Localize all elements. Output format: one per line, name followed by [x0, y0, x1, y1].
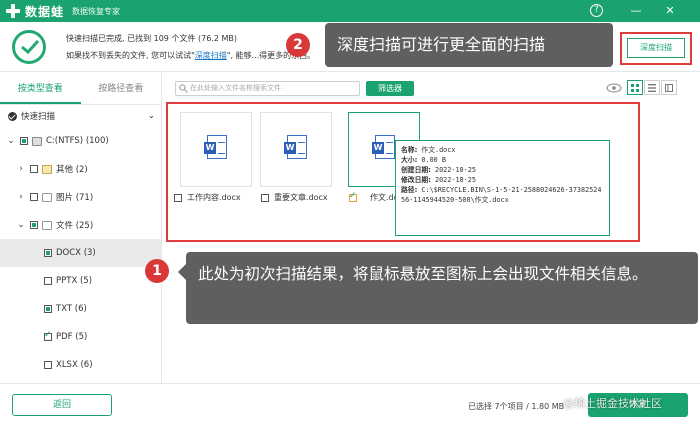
view-controls — [606, 80, 677, 95]
checked-checkbox[interactable] — [349, 191, 357, 202]
file-tile[interactable]: W — [260, 112, 332, 187]
chevron-down-icon[interactable]: ⌄ — [16, 220, 26, 230]
help-icon[interactable]: ? — [590, 4, 603, 17]
checked-checkbox[interactable] — [44, 330, 52, 341]
grid-view-icon[interactable] — [627, 80, 643, 95]
image-icon — [42, 192, 52, 202]
file-tile[interactable]: W — [180, 112, 252, 187]
checkbox[interactable] — [174, 193, 182, 202]
tree-item-txt[interactable]: TXT (6) — [0, 295, 161, 323]
word-document-icon: W — [204, 135, 227, 159]
file-name-row: 工作内容.docx — [174, 192, 241, 203]
checkbox[interactable] — [30, 165, 38, 173]
document-icon — [42, 220, 52, 230]
sidebar: 按类型查看 按路径查看 快速扫描 ⌄ ⌄ C:(NTFS) (100) › 其他… — [0, 73, 162, 383]
quick-scan-row[interactable]: 快速扫描 ⌄ — [0, 105, 161, 127]
deep-scan-highlight — [620, 32, 692, 65]
checkbox[interactable] — [261, 193, 269, 202]
annotation-deep-scan: 深度扫描可进行更全面的扫描 — [325, 23, 613, 67]
annotation-number-2: 2 — [286, 33, 310, 57]
search-icon — [179, 84, 188, 93]
close-icon[interactable]: ✕ — [662, 3, 678, 19]
checkbox[interactable] — [44, 277, 52, 285]
tree-item-images[interactable]: › 图片 (71) — [0, 183, 161, 211]
back-button[interactable]: 返回 — [12, 394, 112, 416]
partial-checkbox[interactable] — [44, 249, 52, 257]
chevron-right-icon[interactable]: › — [16, 164, 26, 174]
deep-scan-hint: 如果找不到丢失的文件, 您可以试试"深度扫描", 能够...得更多的东西。 — [66, 51, 316, 60]
tree-item-other[interactable]: › 其他 (2) — [0, 155, 161, 183]
drive-icon — [32, 136, 42, 146]
file-name-row: 重要文章.docx — [261, 192, 328, 203]
deep-scan-link[interactable]: 深度扫描 — [195, 51, 227, 60]
partial-checkbox[interactable] — [44, 305, 52, 313]
folder-icon — [42, 164, 52, 174]
word-document-icon: W — [372, 135, 395, 159]
tree-item-xlsx[interactable]: XLSX (6) — [0, 351, 161, 379]
checkbox[interactable] — [30, 193, 38, 201]
check-circle-icon — [8, 111, 17, 121]
plus-logo-icon — [6, 4, 20, 18]
partial-checkbox[interactable] — [30, 221, 38, 229]
partial-checkbox[interactable] — [20, 137, 28, 145]
word-document-icon: W — [284, 135, 307, 159]
minimize-icon[interactable]: — — [628, 3, 644, 19]
annotation-results: 此处为初次扫描结果，将鼠标悬放至图标上会出现文件相关信息。 — [178, 252, 698, 324]
list-view-icon[interactable] — [644, 80, 660, 95]
view-tabs: 按类型查看 按路径查看 — [0, 73, 161, 105]
scan-result-text: 快速扫描已完成, 已找到 109 个文件 (76.2 MB) — [66, 34, 237, 43]
chevron-down-icon[interactable]: ⌄ — [6, 136, 16, 146]
annotation-number-1: 1 — [145, 259, 169, 283]
eye-icon[interactable] — [606, 83, 622, 93]
tree-item-pdf[interactable]: PDF (5) — [0, 323, 161, 351]
tab-by-path[interactable]: 按路径查看 — [81, 73, 162, 104]
tree-item-drive[interactable]: ⌄ C:(NTFS) (100) — [0, 127, 161, 155]
app-subtitle: 数据恢复专家 — [72, 6, 121, 16]
title-bar: 数据蛙 数据恢复专家 ? — ✕ — [0, 0, 700, 22]
chevron-down-icon[interactable]: ⌄ — [148, 111, 155, 121]
filter-button[interactable]: 筛选器 — [366, 81, 414, 96]
scan-complete-icon — [12, 30, 46, 64]
tree-item-documents[interactable]: ⌄ 文件 (25) — [0, 211, 161, 239]
watermark: @稀土掘金技术社区 — [563, 397, 662, 410]
selection-info: 已选择 7个项目 / 1.80 MB — [468, 402, 565, 411]
app-logo: 数据蛙 — [6, 3, 64, 20]
tab-by-type[interactable]: 按类型查看 — [0, 73, 81, 104]
app-name: 数据蛙 — [25, 4, 65, 19]
checkbox[interactable] — [44, 361, 52, 369]
search-input[interactable]: 在此处输入文件名称搜索文件 — [175, 81, 360, 96]
chevron-right-icon[interactable]: › — [16, 192, 26, 202]
tree-item-docx[interactable]: DOCX (3) — [0, 239, 161, 267]
file-info-tooltip: 名称: 作文.docx 大小: 0.00 B 创建日期: 2022-10-25 … — [395, 140, 610, 236]
detail-view-icon[interactable] — [661, 80, 677, 95]
tree-item-pptx[interactable]: PPTX (5) — [0, 267, 161, 295]
